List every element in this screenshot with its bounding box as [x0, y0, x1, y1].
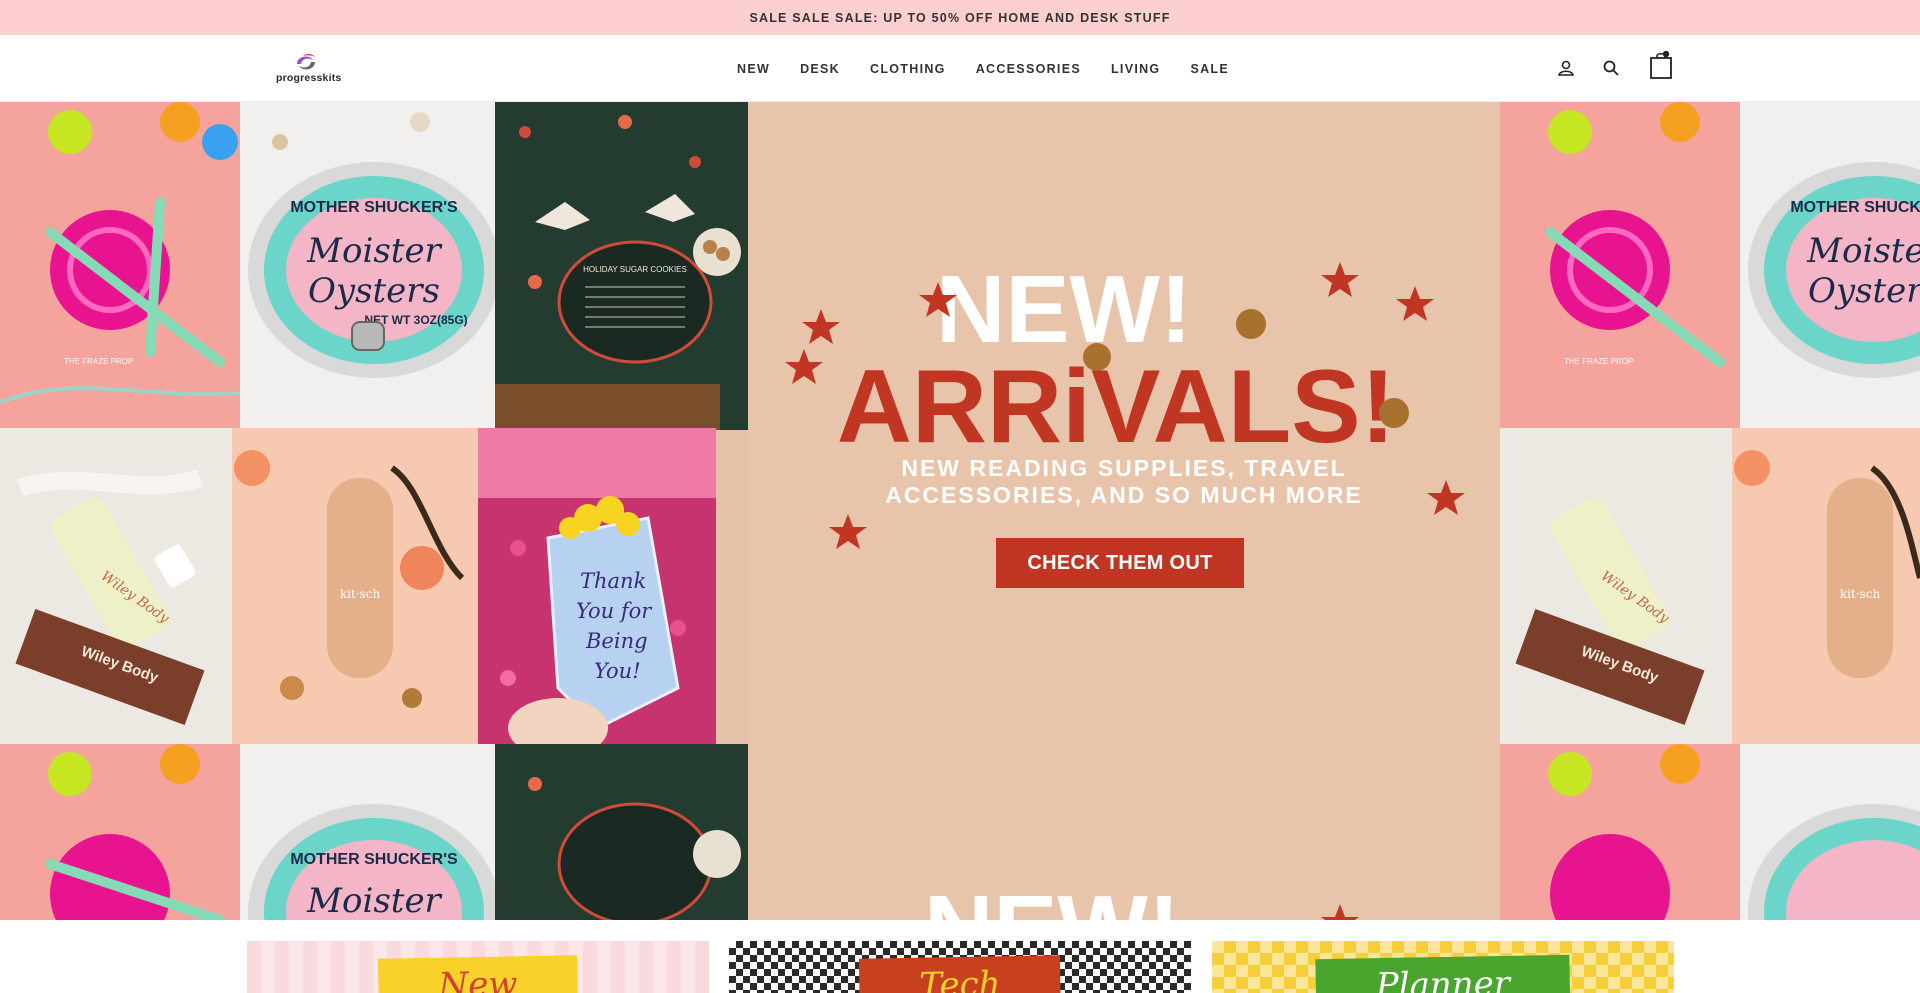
yarn-photo: THE FRAZE PROP	[0, 102, 260, 430]
collection-card-new[interactable]: New	[247, 941, 709, 993]
yarn-brand-label-right: THE FRAZE PROP	[1564, 357, 1633, 366]
cart-icon[interactable]	[1649, 50, 1673, 80]
star-icon	[829, 514, 867, 549]
kitsch-label-right: kit·sch	[1840, 587, 1881, 601]
oyster-name-2: Oysters	[308, 271, 440, 311]
oyster-name-2-right: Oysters	[1808, 271, 1920, 311]
collection-card-label: Planner	[1315, 954, 1571, 993]
oyster-name-1: Moister	[306, 231, 442, 271]
main-nav: NEW DESK CLOTHING ACCESSORIES LIVING SAL…	[737, 35, 1229, 102]
kitsch-label: kit·sch	[340, 587, 381, 601]
search-icon[interactable]	[1598, 55, 1624, 81]
oyster-brand-text-right: MOTHER SHUCKER'S	[1790, 199, 1920, 216]
star-icon	[785, 349, 823, 384]
bookmark-text-2: You for	[576, 599, 653, 623]
oyster-brand-text-repeat: MOTHER SHUCKER'S	[290, 851, 458, 868]
collection-cards: New Tech Planner	[0, 920, 1920, 993]
bookmark-text-4: You!	[594, 659, 641, 683]
body-oil-illustration: Wiley Body Wiley Body	[0, 428, 232, 744]
oysters-photo-right-repeat	[1740, 744, 1920, 920]
bookmark-text-3: Being	[585, 629, 648, 653]
hero-banner[interactable]: THE FRAZE PROP MOTHER SHUCKER'S Moister …	[0, 102, 1920, 920]
headline-new-repeat: NEW!	[924, 876, 1180, 920]
star-icon	[1321, 904, 1359, 920]
collection-card-label: Tech	[858, 955, 1062, 993]
hero-subhead: NEW READING SUPPLIES, TRAVEL ACCESSORIES…	[748, 455, 1500, 509]
star-icon	[1396, 286, 1434, 321]
oyster-name-1-right: Moister	[1806, 231, 1920, 271]
nav-item-sale[interactable]: SALE	[1190, 62, 1229, 76]
star-icon	[919, 282, 957, 317]
nav-item-living[interactable]: LIVING	[1111, 62, 1160, 76]
kitsch-photo: kit·sch	[232, 428, 478, 744]
brand-logo[interactable]: progresskits	[276, 52, 342, 88]
hero-center-panel: NEW! ARRiVALS! NEW! NEW READI	[748, 102, 1500, 920]
brand-name: progresskits	[276, 72, 342, 84]
cookie-kit-photo: HOLIDAY SUGAR COOKIES	[495, 102, 748, 430]
yarn-photo-repeat	[0, 744, 260, 920]
product-collage-right: THE FRAZE PROP MOTHER SHUCKER'S Moister …	[1500, 102, 1920, 920]
decorative-stars: NEW!	[785, 262, 1465, 920]
nav-item-new[interactable]: NEW	[737, 62, 770, 76]
kitsch-photo-right: kit·sch	[1732, 428, 1920, 744]
collection-card-label: New	[377, 955, 579, 993]
collection-card-planner[interactable]: Planner	[1212, 941, 1674, 993]
yarn-photo-right: THE FRAZE PROP	[1500, 102, 1760, 430]
subhead-line-1: NEW READING SUPPLIES, TRAVEL	[901, 455, 1347, 481]
announcement-text: SALE SALE SALE: UP TO 50% OFF HOME AND D…	[749, 10, 1171, 25]
yarn-illustration: THE FRAZE PROP	[0, 102, 260, 430]
yarn-photo-right-repeat	[1500, 744, 1760, 920]
subhead-line-2: ACCESSORIES, AND SO MUCH MORE	[885, 482, 1363, 508]
oysters-photo-repeat: MOTHER SHUCKER'S Moister	[240, 744, 512, 920]
bookmark-text-1: Thank	[580, 569, 646, 593]
cookie-kit-label: HOLIDAY SUGAR COOKIES	[583, 265, 687, 274]
announcement-bar: SALE SALE SALE: UP TO 50% OFF HOME AND D…	[0, 0, 1920, 35]
body-oil-photo-right: Wiley Body Wiley Body	[1500, 428, 1732, 744]
oysters-photo-right: MOTHER SHUCKER'S Moister Oysters	[1740, 102, 1920, 430]
nav-item-accessories[interactable]: ACCESSORIES	[976, 62, 1081, 76]
body-oil-photo: Wiley Body Wiley Body	[0, 428, 232, 744]
thank-you-bookmark-illustration: Thank You for Being You!	[478, 428, 716, 744]
oyster-brand-text: MOTHER SHUCKER'S	[290, 199, 458, 216]
nav-item-clothing[interactable]: CLOTHING	[870, 62, 946, 76]
star-icon	[1321, 262, 1359, 297]
collection-card-tech[interactable]: Tech	[729, 941, 1191, 993]
check-them-out-button[interactable]: CHECK THEM OUT	[996, 538, 1244, 588]
cookie-kit-illustration: HOLIDAY SUGAR COOKIES	[495, 102, 748, 430]
nav-item-desk[interactable]: DESK	[800, 62, 840, 76]
bookmark-photo: Thank You for Being You!	[478, 428, 716, 744]
yarn-brand-label: THE FRAZE PROP	[64, 357, 133, 366]
oyster-tin-illustration: MOTHER SHUCKER'S Moister Oysters NET WT …	[240, 102, 512, 430]
oysters-photo: MOTHER SHUCKER'S Moister Oysters NET WT …	[240, 102, 512, 430]
kitsch-illustration: kit·sch	[232, 428, 478, 744]
account-icon[interactable]	[1553, 55, 1579, 81]
product-collage-left: THE FRAZE PROP MOTHER SHUCKER'S Moister …	[0, 102, 748, 920]
star-icon	[802, 309, 840, 344]
site-header: progresskits NEW DESK CLOTHING ACCESSORI…	[0, 35, 1920, 102]
oyster-name-1-repeat: Moister	[306, 881, 442, 920]
logo-swirl-icon	[297, 53, 315, 70]
cookie-kit-photo-repeat	[495, 744, 748, 920]
